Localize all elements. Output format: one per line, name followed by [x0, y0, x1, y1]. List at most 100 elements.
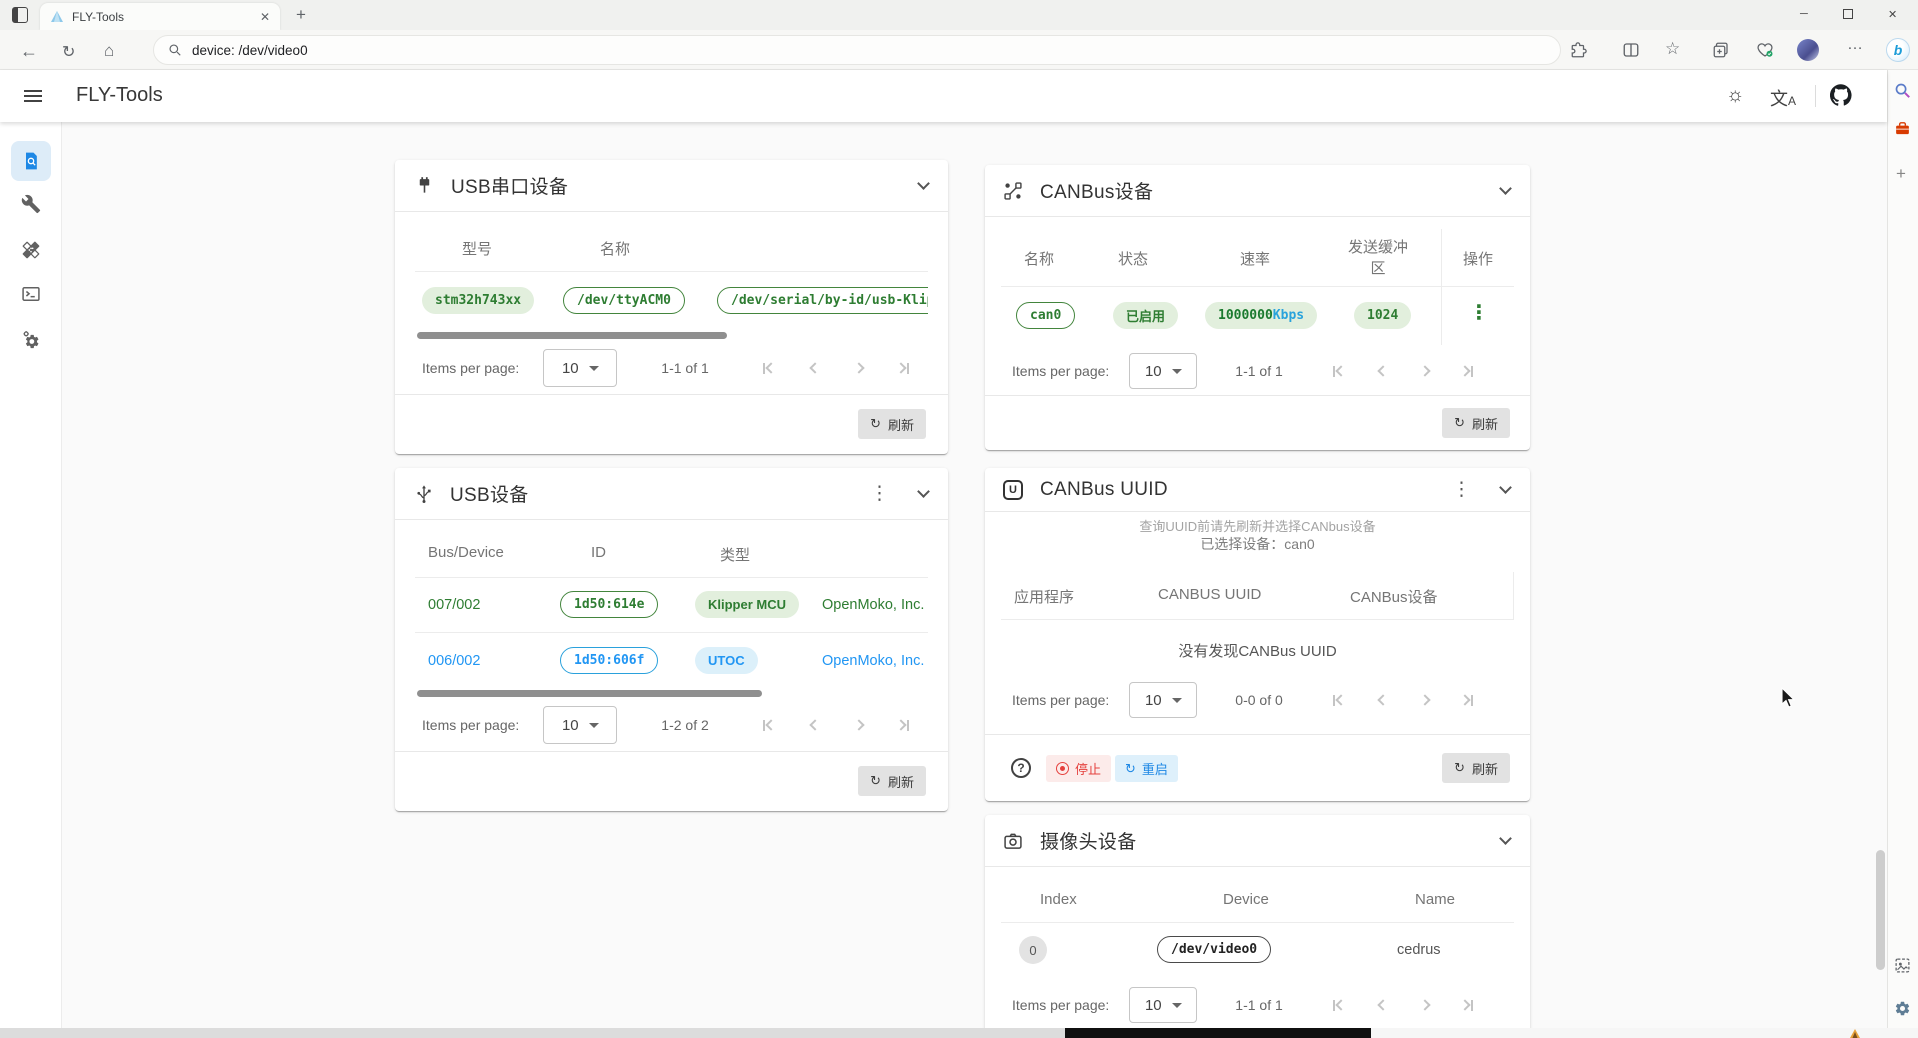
next-page-button[interactable]: [855, 364, 863, 372]
first-page-button[interactable]: [1333, 366, 1345, 377]
refresh-button[interactable]: ↻刷新: [1442, 753, 1510, 783]
rail-settings-icon[interactable]: [1894, 1000, 1911, 1017]
browser-menu-icon[interactable]: …: [1847, 36, 1864, 54]
card-footer: ↻刷新: [395, 751, 948, 811]
sidebar-item-terminal[interactable]: [11, 274, 51, 314]
terminal-icon: [21, 284, 41, 304]
last-page-button[interactable]: [1461, 1000, 1473, 1011]
chevron-down-icon[interactable]: [917, 485, 930, 498]
github-icon[interactable]: [1830, 84, 1852, 106]
page-size-select[interactable]: 10: [543, 706, 617, 744]
camera-name-cell: cedrus: [1397, 942, 1441, 958]
bus-cell: 006/002: [428, 653, 480, 669]
chevron-down-icon[interactable]: [1499, 481, 1512, 494]
menu-icon[interactable]: [24, 87, 42, 105]
card-title: USB设备: [450, 480, 529, 507]
usb-serial-icon: [415, 176, 434, 195]
sidebar-item-settings[interactable]: [11, 319, 51, 359]
page-size-select[interactable]: 10: [1129, 987, 1197, 1023]
search-icon: [168, 43, 182, 57]
rail-office-icon[interactable]: [1894, 120, 1911, 137]
stop-icon: [1056, 762, 1069, 775]
column-rate: 速率: [1240, 248, 1270, 269]
profile-avatar[interactable]: [1797, 39, 1819, 61]
next-page-button[interactable]: [1421, 696, 1429, 704]
tab-actions-icon[interactable]: [12, 7, 28, 23]
first-page-button[interactable]: [1333, 695, 1345, 706]
help-icon[interactable]: ?: [1011, 758, 1031, 778]
row-actions-icon[interactable]: ⋮: [1469, 308, 1489, 319]
refresh-button[interactable]: ↻刷新: [1442, 408, 1510, 438]
next-page-button[interactable]: [1421, 1001, 1429, 1009]
next-page-button[interactable]: [855, 721, 863, 729]
select-caret-icon: [589, 366, 599, 371]
chevron-down-icon[interactable]: [1499, 832, 1512, 845]
card-footer: ? 停止 ↻重启 ↻刷新: [985, 734, 1530, 801]
prev-page-button[interactable]: [811, 721, 819, 729]
refresh-button[interactable]: ↻刷新: [858, 766, 926, 796]
card-menu-icon[interactable]: ⋮: [870, 484, 889, 503]
collections-icon[interactable]: [1712, 41, 1730, 59]
page-size-select[interactable]: 10: [1129, 353, 1197, 389]
refresh-button[interactable]: ↻刷新: [858, 409, 926, 439]
copilot-icon[interactable]: b: [1886, 38, 1910, 62]
column-bus: Bus/Device: [428, 544, 504, 561]
reload-button[interactable]: ↻: [62, 42, 75, 62]
model-chip: stm32h743xx: [422, 287, 534, 314]
extensions-icon[interactable]: [1570, 41, 1588, 59]
card-menu-icon[interactable]: ⋮: [1452, 480, 1471, 499]
prev-page-button[interactable]: [1379, 696, 1387, 704]
sidebar-item-device-scan[interactable]: [11, 141, 51, 181]
next-page-button[interactable]: [1421, 367, 1429, 375]
back-button[interactable]: ←: [20, 41, 38, 62]
last-page-button[interactable]: [897, 720, 909, 731]
table-horizontal-scrollbar[interactable]: [417, 690, 762, 697]
translate-icon[interactable]: 文A: [1770, 85, 1796, 111]
page-size-select[interactable]: 10: [1129, 682, 1197, 718]
first-page-button[interactable]: [1333, 1000, 1345, 1011]
window-close-button[interactable]: ✕: [1888, 8, 1897, 21]
wrench-icon: [21, 194, 41, 214]
stop-button[interactable]: 停止: [1046, 755, 1111, 782]
sidebar-item-patch[interactable]: [11, 230, 51, 270]
window-minimize-button[interactable]: ─: [1800, 8, 1808, 20]
card-title: 摄像头设备: [1040, 827, 1137, 854]
new-tab-button[interactable]: +: [296, 5, 306, 25]
last-page-button[interactable]: [1461, 695, 1473, 706]
restart-button[interactable]: ↻重启: [1115, 755, 1178, 782]
prev-page-button[interactable]: [811, 364, 819, 372]
column-name: 名称: [1024, 248, 1054, 269]
favorites-icon[interactable]: ☆: [1665, 39, 1680, 59]
rail-search-icon[interactable]: [1894, 82, 1911, 99]
last-page-button[interactable]: [897, 363, 909, 374]
rail-capture-icon[interactable]: [1894, 957, 1911, 974]
chevron-down-icon[interactable]: [1499, 182, 1512, 195]
page-size-select[interactable]: 10: [543, 349, 617, 387]
browser-tab-strip: [0, 0, 1918, 30]
favicon-icon: [50, 10, 64, 24]
card-canbus-uuid: U CANBus UUID ⋮ 查询UUID前请先刷新并选择CANbus设备 已…: [985, 468, 1530, 801]
paginator: Items per page: 10 1-2 of 2: [422, 699, 909, 751]
browser-tab[interactable]: FLY-Tools ✕: [40, 3, 280, 30]
first-page-button[interactable]: [763, 720, 775, 731]
table-horizontal-scrollbar[interactable]: [417, 332, 727, 339]
theme-toggle-icon[interactable]: ☼: [1726, 84, 1744, 107]
home-button[interactable]: ⌂: [104, 41, 114, 61]
rail-add-icon[interactable]: +: [1896, 164, 1906, 184]
prev-page-button[interactable]: [1379, 367, 1387, 375]
bus-cell: 007/002: [428, 597, 480, 613]
tab-close-icon[interactable]: ✕: [260, 10, 270, 24]
chevron-down-icon[interactable]: [917, 177, 930, 190]
empty-message: 没有发现CANBus UUID: [985, 640, 1530, 661]
column-device: Device: [1223, 891, 1269, 908]
window-maximize-button[interactable]: [1843, 9, 1853, 19]
first-page-button[interactable]: [763, 363, 775, 374]
sidebar-item-tools[interactable]: [11, 184, 51, 224]
browser-essentials-icon[interactable]: [1756, 41, 1774, 59]
address-bar[interactable]: device: /dev/video0: [153, 35, 1561, 65]
last-page-button[interactable]: [1461, 366, 1473, 377]
prev-page-button[interactable]: [1379, 1001, 1387, 1009]
page-scrollbar[interactable]: [1876, 850, 1885, 970]
split-screen-icon[interactable]: [1622, 41, 1640, 59]
select-caret-icon: [1172, 369, 1182, 374]
